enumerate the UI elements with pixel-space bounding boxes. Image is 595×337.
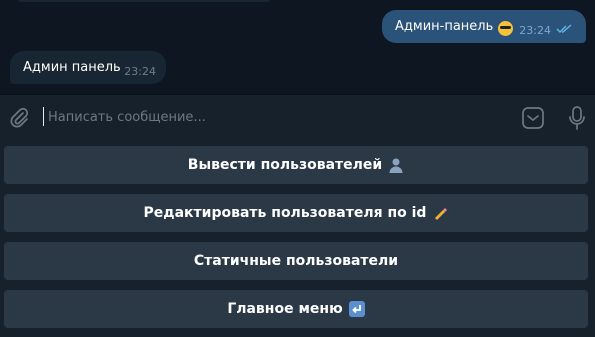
edit-user-by-id-button[interactable]: Редактировать пользователя по id — [4, 194, 588, 232]
list-users-button[interactable]: Вывести пользователей — [4, 146, 588, 184]
text-cursor — [43, 107, 44, 126]
chat-area: Админ-панель 23:24 Админ панель 23:24 — [0, 0, 595, 94]
sticker-icon[interactable] — [521, 106, 545, 130]
paperclip-icon[interactable] — [8, 107, 30, 129]
reply-keyboard: Вывести пользователей Редактировать поль… — [0, 140, 595, 337]
message-input[interactable] — [48, 104, 508, 130]
return-arrow-icon — [348, 301, 365, 317]
double-check-icon — [556, 24, 572, 33]
bust-in-silhouette-icon — [389, 158, 403, 173]
incoming-message[interactable]: Админ панель 23:24 — [10, 51, 166, 84]
static-users-button[interactable]: Статичные пользователи — [4, 242, 588, 280]
outgoing-message-text: Админ-панель — [395, 19, 494, 34]
incoming-message-text: Админ панель — [23, 60, 121, 75]
outgoing-message[interactable]: Админ-панель 23:24 — [382, 10, 586, 43]
sunglasses-emoji-icon — [498, 21, 514, 36]
edit-user-by-id-button-label: Редактировать пользователя по id — [143, 205, 427, 221]
previous-message-bubble — [16, 0, 272, 2]
main-menu-button[interactable]: Главное меню — [4, 290, 588, 328]
pencil-icon — [434, 208, 448, 220]
incoming-message-time: 23:24 — [124, 65, 156, 78]
main-menu-button-label: Главное меню — [227, 301, 343, 317]
list-users-button-label: Вывести пользователей — [187, 157, 383, 173]
message-composer — [0, 94, 595, 140]
static-users-button-label: Статичные пользователи — [193, 253, 399, 269]
outgoing-message-time: 23:24 — [519, 24, 551, 37]
microphone-icon[interactable] — [568, 105, 586, 131]
